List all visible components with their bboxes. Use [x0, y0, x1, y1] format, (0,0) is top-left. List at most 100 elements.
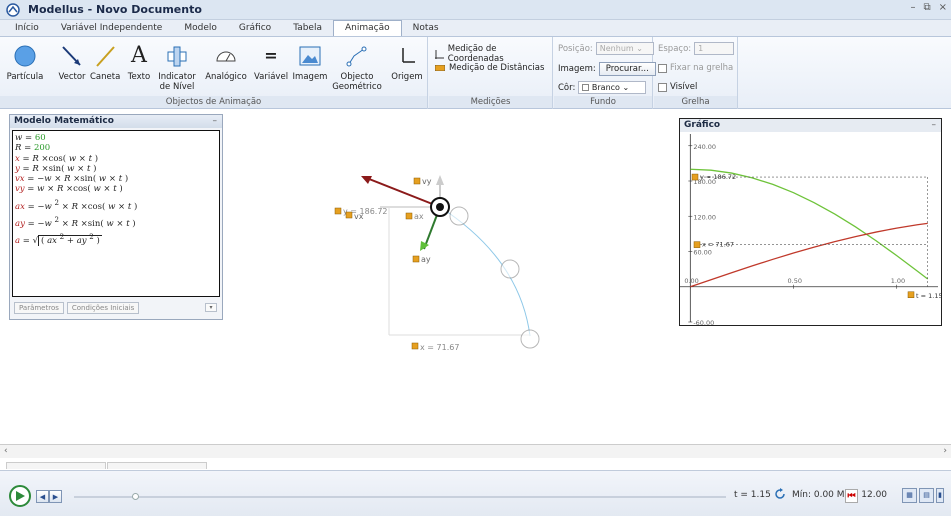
- fundo-group: Posição: Nenhum ⌄ Imagem: Procurar... Cô…: [554, 37, 656, 109]
- graph-plot[interactable]: 240.00180.00120.0060.00-60.000.00 0.50 1.0…: [680, 132, 941, 325]
- ribbon: Partícula Vector Caneta A Texto Indicato…: [0, 37, 951, 109]
- graph-x-marker[interactable]: [693, 241, 701, 248]
- bottom-tab-strip: [0, 462, 951, 470]
- view-toggle-2-button[interactable]: ▤: [919, 488, 934, 503]
- vy-marker[interactable]: [413, 177, 421, 185]
- tab-inicio[interactable]: Início: [4, 21, 50, 36]
- replay-icon[interactable]: [774, 488, 786, 500]
- y-marker[interactable]: [334, 207, 342, 215]
- objects-group-label: Objectos de Animação: [0, 96, 427, 108]
- pen-icon: [96, 46, 115, 67]
- tab-animacao[interactable]: Animação: [332, 20, 402, 36]
- grelha-group: Espaço: 1 Fixar na grelha Visível Grelha: [654, 37, 738, 109]
- close-window-button[interactable]: ×: [939, 2, 947, 13]
- origin-icon: [402, 48, 415, 63]
- fundo-group-label: Fundo: [554, 96, 652, 108]
- texto-button[interactable]: A Texto: [126, 43, 152, 83]
- restore-window-button[interactable]: ⧉: [923, 2, 930, 13]
- menu-tabs: Início Variável Independente Modelo Gráf…: [0, 20, 951, 37]
- ax-marker[interactable]: [405, 212, 413, 220]
- text-icon: A: [131, 43, 147, 68]
- horizontal-scrollbar[interactable]: ‹ ›: [0, 444, 951, 458]
- measure-group: Medição de Coordenadas Medição de Distân…: [429, 37, 553, 109]
- workspace: Modelo Matemático – w = 60 R = 200 x = R…: [0, 109, 951, 460]
- imagem-label: Imagem:: [558, 64, 596, 74]
- tab-modelo[interactable]: Modelo: [173, 21, 228, 36]
- vy-label: vy: [422, 177, 432, 186]
- view-toggle-1-button[interactable]: ▦: [902, 488, 917, 503]
- cor-select[interactable]: Branco ⌄: [578, 81, 647, 94]
- espaco-label: Espaço:: [658, 43, 692, 54]
- graph-y-readout: y = 186.72: [700, 173, 736, 181]
- variable-icon: =: [264, 46, 278, 65]
- tab-grafico[interactable]: Gráfico: [228, 21, 282, 36]
- window-title: Modellus - Novo Documento: [28, 3, 202, 16]
- step-back-button[interactable]: ◀: [36, 490, 49, 503]
- caneta-button[interactable]: Caneta: [90, 43, 120, 82]
- series-line-y: [690, 168, 929, 280]
- ay-label: ay: [421, 255, 431, 264]
- graph-t-marker[interactable]: [907, 291, 915, 298]
- variavel-button[interactable]: = Variável: [254, 43, 288, 83]
- scroll-right-icon[interactable]: ›: [943, 446, 947, 456]
- fixar-grelha-label: Fixar na grelha: [670, 63, 734, 73]
- x-marker[interactable]: [411, 342, 419, 350]
- origem-button[interactable]: Origem: [390, 43, 424, 82]
- particula-button[interactable]: Partícula: [4, 43, 46, 82]
- minimize-window-button[interactable]: –: [910, 2, 915, 13]
- procurar-button[interactable]: Procurar...: [598, 62, 656, 76]
- posicao-label: Posição:: [558, 43, 593, 54]
- y-tick-label: -60.00: [693, 319, 714, 325]
- x-tick-label: 1.00: [891, 277, 905, 285]
- ay-marker[interactable]: [412, 255, 420, 263]
- gauge-icon: [216, 51, 236, 62]
- medicao-coordenadas-button[interactable]: Medição de Coordenadas: [435, 44, 552, 64]
- medicao-distancias-button[interactable]: Medição de Distâncias: [435, 63, 544, 73]
- visivel-label: Visível: [670, 82, 698, 92]
- visivel-checkbox[interactable]: [658, 82, 667, 92]
- acceleration-arrow-head: [420, 241, 429, 251]
- graph-y-marker[interactable]: [691, 173, 699, 181]
- fixar-grelha-checkbox[interactable]: [658, 63, 667, 73]
- timeline-knob[interactable]: [132, 493, 139, 500]
- posicao-select[interactable]: Nenhum ⌄: [595, 42, 654, 55]
- indicador-nivel-button[interactable]: Indicator de Nível: [156, 43, 198, 92]
- graph-panel: Gráfico – 240.00 180.00 120.00 60.00 -60.00 0…: [679, 118, 942, 326]
- tab-variavel-independente[interactable]: Variável Independente: [50, 21, 174, 36]
- y-tick-label: 60.00: [693, 249, 712, 257]
- objecto-geometrico-button[interactable]: Objecto Geométrico: [332, 43, 382, 92]
- espaco-input[interactable]: 1: [694, 42, 735, 55]
- cor-label: Côr:: [558, 82, 576, 93]
- grelha-group-label: Grelha: [654, 96, 737, 108]
- graph-panel-minimize-button[interactable]: –: [932, 119, 937, 132]
- tab-notas[interactable]: Notas: [402, 21, 450, 36]
- y-tick-label: 120.00: [693, 213, 716, 221]
- vx-marker[interactable]: [345, 211, 353, 219]
- ax-label: ax: [414, 212, 424, 221]
- bottom-tab-2[interactable]: [107, 462, 207, 469]
- x-readout: x = 71.67: [420, 343, 459, 352]
- particle-center: [436, 203, 444, 211]
- graph-x-readout: x = 71.67: [702, 241, 734, 249]
- bottom-tab-1[interactable]: [6, 462, 106, 469]
- measure-group-label: Medições: [429, 96, 552, 108]
- vector-icon: [62, 46, 81, 66]
- tab-tabela[interactable]: Tabela: [282, 21, 333, 36]
- play-icon: [16, 491, 25, 501]
- analogico-button[interactable]: Analógico: [204, 43, 248, 82]
- scroll-left-icon[interactable]: ‹: [4, 446, 8, 456]
- step-forward-button[interactable]: ▶: [49, 490, 62, 503]
- graph-panel-header: Gráfico –: [680, 119, 941, 132]
- vx-label: vx: [354, 212, 364, 221]
- app-icon: [6, 2, 20, 17]
- view-toggle-3-button[interactable]: ▮: [936, 488, 944, 503]
- playback-controls: ◀ ▶ t = 1.15 Mín: 0.00 Máx: 12.00 ⏮ ▦ ▤ …: [0, 470, 951, 516]
- title-bar: Modellus - Novo Documento – ⧉ ×: [0, 0, 951, 20]
- coordinates-icon: [435, 49, 444, 59]
- imagem-button[interactable]: Imagem: [292, 43, 328, 82]
- x-tick-label: 0.50: [788, 277, 802, 285]
- vector-button[interactable]: Vector: [58, 43, 86, 82]
- reset-button[interactable]: ⏮: [845, 489, 858, 503]
- play-button[interactable]: [9, 485, 31, 507]
- timeline-slider[interactable]: [74, 493, 726, 500]
